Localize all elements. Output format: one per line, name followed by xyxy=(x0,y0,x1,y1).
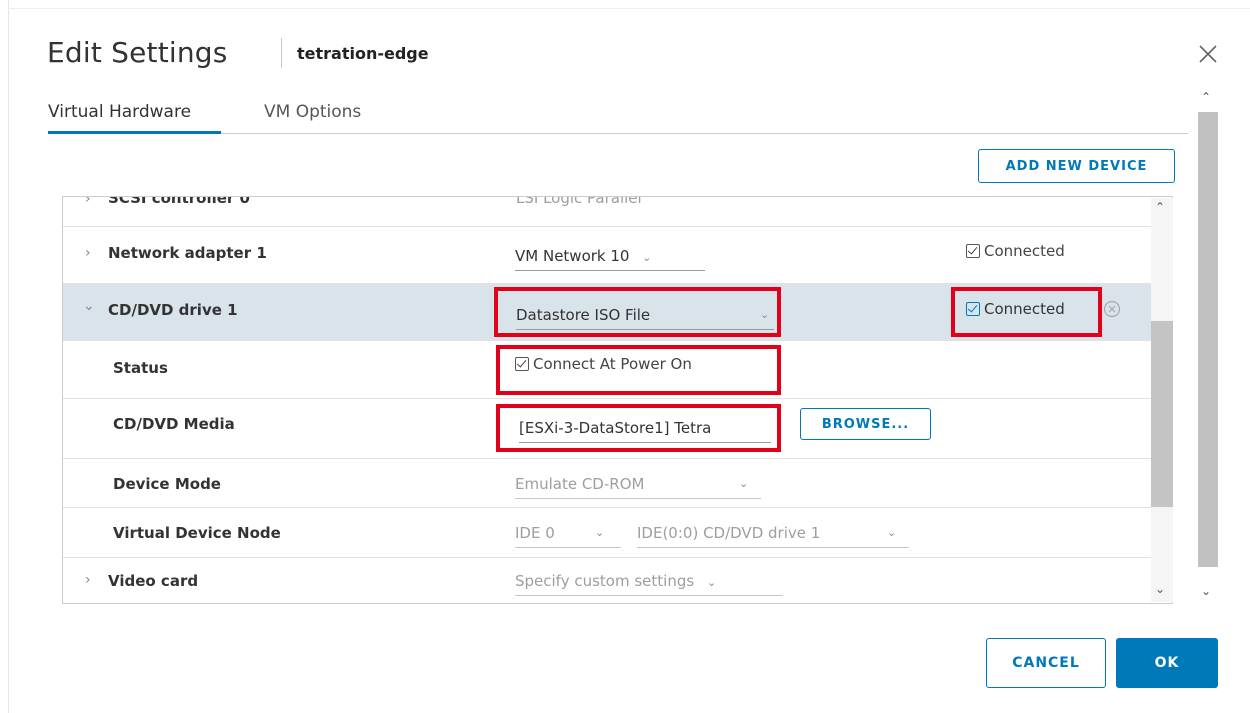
status-label: Status xyxy=(113,359,168,377)
window-left-border xyxy=(8,0,9,713)
virtual-device-node-row: Virtual Device Node IDE 0 ⌄ IDE(0:0) CD/… xyxy=(63,508,1151,558)
chevron-down-icon: ⌄ xyxy=(706,576,717,589)
chevron-down-icon: ⌄ xyxy=(595,526,605,539)
network-connected-checkbox[interactable]: Connected xyxy=(966,242,1065,260)
dialog-scroll-down-icon[interactable]: ⌄ xyxy=(1201,584,1211,598)
close-icon[interactable] xyxy=(1196,42,1220,66)
title-separator xyxy=(281,38,282,68)
device-mode-row: Device Mode Emulate CD-ROM ⌄ xyxy=(63,459,1151,508)
media-label: CD/DVD Media xyxy=(113,415,235,433)
device-list-scroll-thumb[interactable] xyxy=(1151,321,1173,507)
chevron-down-icon: ⌄ xyxy=(739,477,749,490)
device-mode-value: Emulate CD-ROM xyxy=(515,475,645,493)
vdn-bus-value: IDE 0 xyxy=(515,524,555,542)
browse-button[interactable]: BROWSE... xyxy=(800,408,931,440)
vdn-node-value: IDE(0:0) CD/DVD drive 1 xyxy=(637,524,821,542)
checkbox-label: Connected xyxy=(984,300,1065,318)
chevron-down-icon[interactable]: ⌄ xyxy=(83,298,95,314)
dialog-title: Edit Settings xyxy=(47,36,228,69)
cd-dvd-source-select[interactable]: Datastore ISO File ⌄ xyxy=(516,306,774,330)
checkbox-checked-icon xyxy=(966,302,980,316)
vdn-node-select[interactable]: IDE(0:0) CD/DVD drive 1 ⌄ xyxy=(637,524,909,548)
cancel-button[interactable]: CANCEL xyxy=(986,638,1106,688)
device-label: Network adapter 1 xyxy=(108,244,267,262)
checkbox-checked-icon xyxy=(515,357,529,371)
cd-dvd-status-row: Status Connect At Power On xyxy=(63,341,1151,399)
cd-dvd-connected-checkbox[interactable]: Connected xyxy=(966,300,1065,318)
vdn-label: Virtual Device Node xyxy=(113,524,281,542)
device-mode-select[interactable]: Emulate CD-ROM ⌄ xyxy=(515,475,761,499)
chevron-right-icon[interactable]: › xyxy=(85,197,91,207)
add-new-device-button[interactable]: ADD NEW DEVICE xyxy=(978,149,1175,183)
tab-vm-options[interactable]: VM Options xyxy=(264,102,361,122)
window-top-border xyxy=(8,8,1250,9)
device-mode-label: Device Mode xyxy=(113,475,221,493)
device-label: CD/DVD drive 1 xyxy=(108,301,238,319)
device-row-network-adapter[interactable]: › Network adapter 1 VM Network 10 ⌄ Conn… xyxy=(63,227,1151,284)
device-row-video-card[interactable]: › Video card Specify custom settings ⌄ xyxy=(63,558,1151,603)
checkbox-label: Connected xyxy=(984,242,1065,260)
tab-virtual-hardware[interactable]: Virtual Hardware xyxy=(48,102,191,122)
chevron-down-icon: ⌄ xyxy=(887,526,897,539)
connect-at-power-on-checkbox[interactable]: Connect At Power On xyxy=(515,355,692,373)
network-select-value: VM Network 10 xyxy=(515,247,630,265)
chevron-down-icon: ⌄ xyxy=(760,308,770,321)
list-scroll-down-icon[interactable]: ⌄ xyxy=(1155,582,1165,596)
device-row-scsi[interactable]: › SCSI controller 0 LSI Logic Parallel xyxy=(63,196,1151,227)
device-label: SCSI controller 0 xyxy=(108,196,250,207)
scsi-type-value: LSI Logic Parallel xyxy=(516,196,642,207)
ok-button[interactable]: OK xyxy=(1116,638,1218,688)
media-input-value: [ESXi-3-DataStore1] Tetra xyxy=(519,419,712,437)
cd-dvd-source-value: Datastore ISO File xyxy=(516,306,651,324)
dialog-scrollbar[interactable] xyxy=(1198,112,1218,567)
device-list: › SCSI controller 0 LSI Logic Parallel ›… xyxy=(62,196,1173,604)
chevron-right-icon[interactable]: › xyxy=(85,245,91,261)
list-scroll-up-icon[interactable]: ⌃ xyxy=(1155,200,1165,214)
video-card-value: Specify custom settings xyxy=(515,572,695,590)
vdn-bus-select[interactable]: IDE 0 ⌄ xyxy=(515,524,621,548)
active-tab-indicator xyxy=(48,131,221,134)
remove-device-icon[interactable] xyxy=(1103,300,1121,322)
dialog-scroll-up-icon[interactable]: ⌃ xyxy=(1201,90,1211,104)
chevron-down-icon: ⌄ xyxy=(642,251,652,264)
video-card-select[interactable]: Specify custom settings ⌄ xyxy=(515,572,783,596)
checkbox-label: Connect At Power On xyxy=(533,355,692,373)
checkbox-checked-icon xyxy=(966,244,980,258)
chevron-right-icon[interactable]: › xyxy=(85,572,91,588)
vm-name: tetration-edge xyxy=(297,44,429,63)
device-label: Video card xyxy=(108,572,199,590)
network-select[interactable]: VM Network 10 ⌄ xyxy=(515,247,705,271)
device-row-cd-dvd[interactable]: ⌄ CD/DVD drive 1 Datastore ISO File ⌄ Co… xyxy=(63,284,1151,341)
cd-dvd-media-row: CD/DVD Media [ESXi-3-DataStore1] Tetra xyxy=(63,399,1151,459)
cd-dvd-media-input[interactable]: [ESXi-3-DataStore1] Tetra xyxy=(519,419,771,443)
